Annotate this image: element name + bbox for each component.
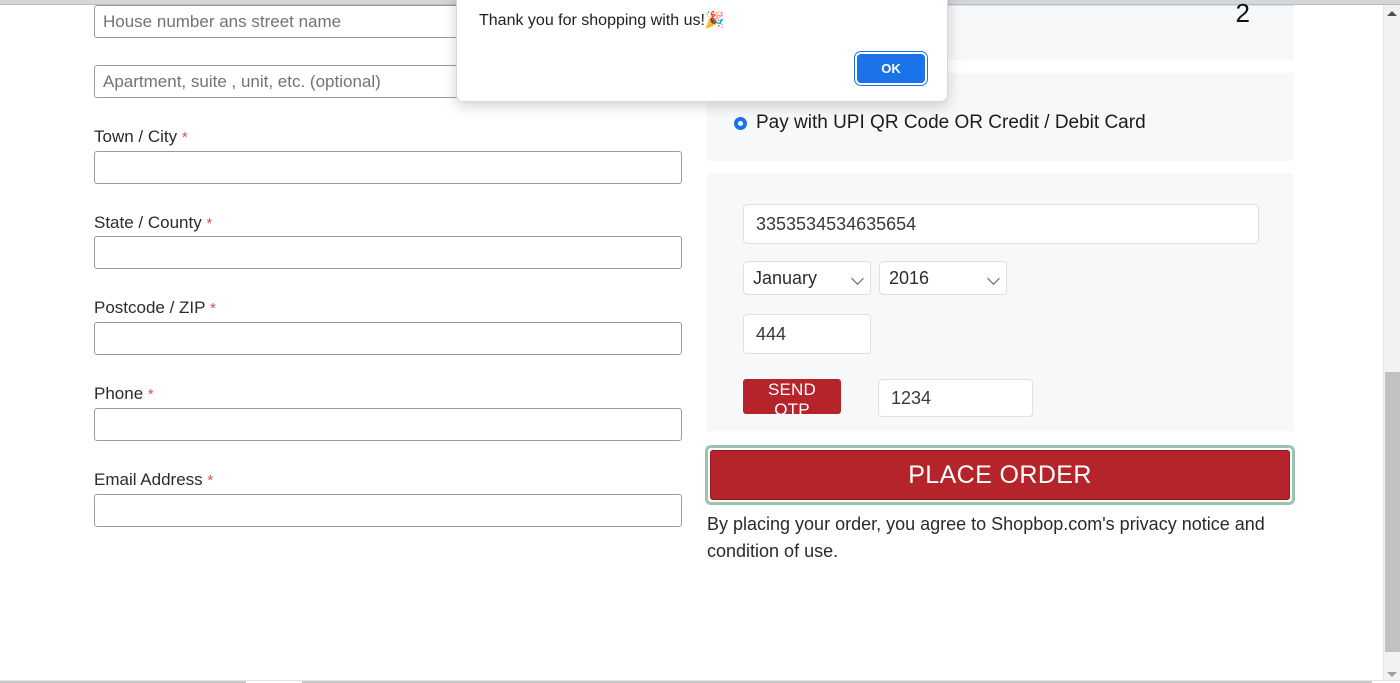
page-scrollbar[interactable]	[1383, 5, 1400, 683]
expiry-year-select-wrap[interactable]: 2016201720182019202020212022202320242025	[879, 261, 1007, 295]
required-asterisk: *	[181, 129, 188, 146]
scroll-up-arrow-icon[interactable]	[1384, 5, 1400, 22]
postcode-zip-input[interactable]	[94, 322, 682, 355]
phone-input[interactable]	[94, 408, 682, 441]
cvv-input[interactable]	[743, 314, 871, 354]
required-asterisk: *	[207, 472, 214, 489]
terms-and-conditions-text: By placing your order, you agree to Shop…	[707, 514, 1265, 561]
email-address-input[interactable]	[94, 494, 682, 527]
radio-selected-icon[interactable]	[734, 116, 747, 130]
place-order-button[interactable]: PLACE ORDER	[710, 450, 1290, 500]
required-asterisk: *	[206, 215, 213, 232]
payment-method-label: Pay with UPI QR Code OR Credit / Debit C…	[756, 112, 1146, 133]
payment-method-option-upi-card[interactable]: Pay with UPI QR Code OR Credit / Debit C…	[734, 112, 1146, 134]
expiry-year-select[interactable]: 2016201720182019202020212022202320242025	[879, 261, 1007, 295]
email-address-label: Email Address *	[94, 470, 213, 491]
state-county-input[interactable]	[94, 236, 682, 269]
place-order-focus-ring: PLACE ORDER	[705, 445, 1295, 505]
expiry-month-select-wrap[interactable]: JanuaryFebruaryMarchAprilMayJuneJulyAugu…	[743, 261, 871, 295]
email-address-label-text: Email Address	[94, 470, 203, 489]
town-city-input[interactable]	[94, 151, 682, 184]
phone-label-text: Phone	[94, 384, 144, 403]
required-asterisk: *	[209, 300, 216, 317]
browser-viewport: Town / City * State / County * Postcode …	[0, 0, 1400, 683]
alert-message-text: Thank you for shopping with us!🎉	[479, 12, 725, 29]
browser-alert-dialog: frolicking-biscuit-5dab2c.netlify.app sa…	[456, 0, 948, 102]
postcode-zip-label: Postcode / ZIP *	[94, 298, 216, 319]
required-asterisk: *	[147, 386, 154, 403]
alert-actions-row: OK	[457, 32, 947, 101]
otp-input[interactable]	[878, 379, 1033, 417]
phone-label: Phone *	[94, 384, 154, 405]
order-quantity-value: 2	[1235, 0, 1250, 28]
send-otp-button[interactable]: SEND OTP	[743, 379, 841, 419]
state-county-label-text: State / County	[94, 213, 202, 232]
card-details-panel: JanuaryFebruaryMarchAprilMayJuneJulyAugu…	[707, 173, 1294, 431]
alert-ok-button[interactable]: OK	[854, 51, 928, 86]
expiry-month-select[interactable]: JanuaryFebruaryMarchAprilMayJuneJulyAugu…	[743, 261, 871, 295]
scrollbar-thumb[interactable]	[1385, 372, 1400, 652]
town-city-label: Town / City *	[94, 127, 188, 148]
postcode-zip-label-text: Postcode / ZIP	[94, 298, 206, 317]
town-city-label-text: Town / City	[94, 127, 178, 146]
state-county-label: State / County *	[94, 213, 212, 234]
card-number-input[interactable]	[743, 204, 1259, 244]
